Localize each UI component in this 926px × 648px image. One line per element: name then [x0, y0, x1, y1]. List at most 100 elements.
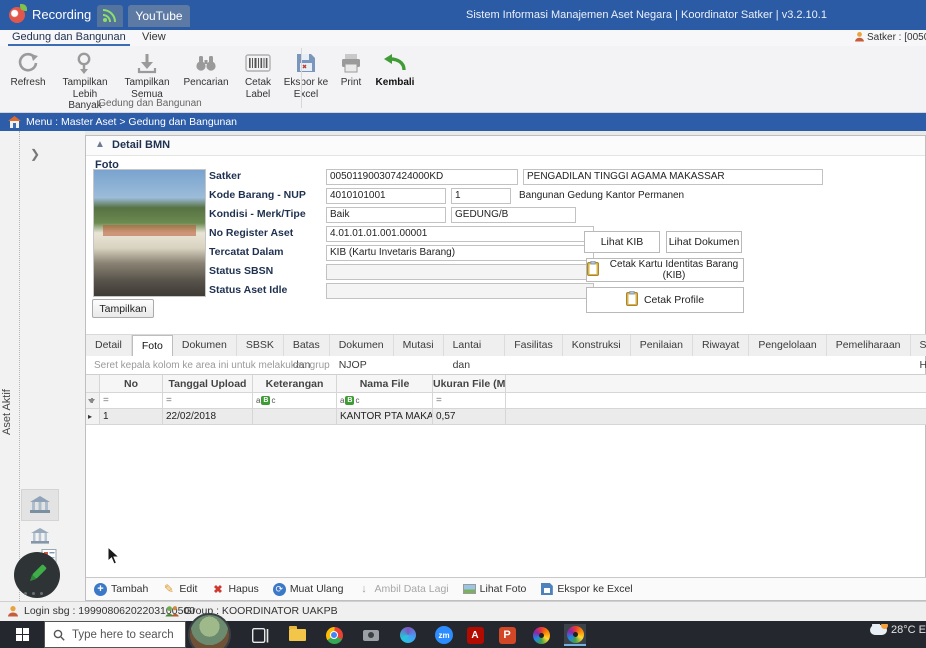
- acrobat-button[interactable]: A: [464, 624, 486, 646]
- camera-button[interactable]: [360, 624, 382, 646]
- tab-lantai-ruangan[interactable]: Lantai dan Ruangan: [443, 335, 506, 391]
- grid-indicator-header: [86, 374, 100, 393]
- col-tanggal-upload[interactable]: Tanggal Upload: [163, 374, 253, 393]
- filter-keterangan[interactable]: aBc: [253, 393, 337, 409]
- rss-tab[interactable]: [97, 5, 123, 27]
- rail-panel-label[interactable]: Aset Aktif: [1, 343, 13, 435]
- photos-icon: [400, 627, 416, 643]
- acrobat-icon: A: [466, 626, 484, 644]
- tab-batas-gps[interactable]: Batas dan GPS: [283, 335, 330, 391]
- hapus-button[interactable]: ✖ Hapus: [211, 583, 258, 596]
- ribbon-tab-view[interactable]: View: [138, 30, 170, 46]
- ekspor-ke-excel-grid-button[interactable]: Ekspor ke Excel: [540, 583, 633, 596]
- table-row[interactable]: ▸ 1 22/02/2018 KANTOR PTA MAKASSAR..jpg …: [86, 409, 926, 425]
- detail-panel: ▲ Detail BMN Foto Tampilkan Satker 00501…: [85, 135, 926, 601]
- ribbon-separator: [301, 48, 302, 108]
- col-keterangan[interactable]: Keterangan: [253, 374, 337, 393]
- col-ukuran-file[interactable]: Ukuran File (Mb): [433, 374, 506, 393]
- tab-konstruksi[interactable]: Konstruksi: [562, 335, 631, 356]
- tab-dokumen[interactable]: Dokumen: [172, 335, 237, 356]
- start-button[interactable]: [0, 621, 44, 648]
- weather-widget[interactable]: 28°C E: [870, 624, 926, 636]
- satker-code-field[interactable]: 005011900307424000KD: [326, 169, 518, 185]
- nup-field[interactable]: 1: [451, 188, 511, 204]
- recorder-fab[interactable]: [14, 552, 60, 598]
- tampilkan-button[interactable]: Tampilkan: [92, 299, 154, 318]
- cell-nama-file: KANTOR PTA MAKASSAR..jpg: [337, 409, 433, 425]
- cetak-profile-button[interactable]: Cetak Profile: [586, 287, 744, 313]
- zoom-app-button[interactable]: zm: [433, 624, 455, 646]
- status-sbsn-field[interactable]: [326, 264, 594, 280]
- cetak-profile-label: Cetak Profile: [643, 294, 705, 306]
- expander-icon: ▸: [88, 412, 93, 421]
- muat-ulang-button[interactable]: ⟳ Muat Ulang: [272, 582, 344, 596]
- tab-riwayat[interactable]: Riwayat: [692, 335, 750, 356]
- app-title: Sistem Informasi Manajemen Aset Negara |…: [466, 9, 827, 21]
- tab-fasilitas[interactable]: Fasilitas: [505, 335, 563, 356]
- ribbon-tab-gedung[interactable]: Gedung dan Bangunan: [8, 30, 130, 46]
- taskbar: Type here to search zm A P 28°C E: [0, 613, 926, 648]
- folder-icon: [288, 626, 306, 641]
- cell-ukuran: 0,57: [433, 409, 506, 425]
- filter-no[interactable]: =: [100, 393, 163, 409]
- tab-mutasi[interactable]: Mutasi: [393, 335, 444, 356]
- siman-app-button[interactable]: [530, 624, 552, 646]
- rail-asset-icon-active[interactable]: [21, 489, 59, 521]
- edit-button[interactable]: ✎ Edit: [162, 582, 198, 596]
- ekspor-ke-excel-button[interactable]: Ekspor ke Excel: [280, 48, 332, 101]
- ambil-data-lagi-button[interactable]: ↓ Ambil Data Lagi: [358, 583, 448, 596]
- tab-status-hukum[interactable]: Status Hukum: [910, 335, 926, 371]
- lihat-dokumen-button[interactable]: Lihat Dokumen: [666, 231, 742, 253]
- filter-nama-file[interactable]: aBc: [337, 393, 433, 409]
- siman-app-button-active[interactable]: [564, 624, 586, 646]
- tab-sbsk[interactable]: SBSK: [236, 335, 284, 356]
- magnifier-more-icon: [55, 49, 115, 77]
- statusbar: Login sbg : 19990806202203100500 Group :…: [0, 601, 926, 621]
- filter-funnel-icon: [88, 399, 95, 403]
- task-view-button[interactable]: [250, 624, 272, 646]
- taskbar-search[interactable]: Type here to search: [44, 621, 186, 648]
- tab-pemeliharaan[interactable]: Pemeliharaan: [826, 335, 911, 356]
- col-no[interactable]: No: [100, 374, 163, 393]
- lihat-kib-button[interactable]: Lihat KIB: [584, 231, 660, 253]
- photos-button[interactable]: [397, 624, 419, 646]
- detail-panel-header[interactable]: ▲ Detail BMN: [86, 136, 925, 156]
- detail-tabstrip: Detail Foto Dokumen SBSK Batas dan GPS D…: [86, 334, 926, 391]
- filter-ukuran[interactable]: =: [433, 393, 506, 409]
- status-idle-field[interactable]: [326, 283, 594, 299]
- youtube-tab[interactable]: YouTube: [128, 5, 190, 27]
- pencarian-button[interactable]: Pencarian: [176, 48, 236, 90]
- tambah-button[interactable]: + Tambah: [94, 582, 148, 596]
- rail-expand-chevron-icon[interactable]: ❯: [30, 147, 40, 161]
- row-expander-cell[interactable]: ▸: [86, 409, 100, 425]
- filter-tanggal[interactable]: =: [163, 393, 253, 409]
- tab-dokumen-njop[interactable]: Dokumen NJOP: [329, 335, 394, 371]
- lihat-foto-button[interactable]: Lihat Foto: [462, 583, 526, 596]
- merk-tipe-field[interactable]: GEDUNG/B: [451, 207, 576, 223]
- tab-pengelolaan[interactable]: Pengelolaan: [749, 335, 827, 356]
- kode-barang-field[interactable]: 4010101001: [326, 188, 446, 204]
- filter-filler: [506, 393, 926, 409]
- powerpoint-button[interactable]: P: [496, 624, 518, 646]
- search-icon: [53, 629, 65, 641]
- kondisi-field[interactable]: Baik: [326, 207, 446, 223]
- tab-penilaian[interactable]: Penilaian: [630, 335, 693, 356]
- tab-detail[interactable]: Detail: [86, 335, 132, 356]
- cetak-kib-button[interactable]: Cetak Kartu Identitas Barang (KIB): [586, 258, 744, 282]
- cetak-label-button[interactable]: Cetak Label: [236, 48, 280, 101]
- file-explorer-button[interactable]: [286, 624, 308, 646]
- tab-foto[interactable]: Foto: [131, 335, 173, 356]
- col-nama-file[interactable]: Nama File: [337, 374, 433, 393]
- recorder-avatar[interactable]: [188, 613, 231, 648]
- refresh-button[interactable]: Refresh: [4, 48, 52, 90]
- export-excel-icon: [283, 49, 329, 77]
- chrome-button[interactable]: [323, 624, 345, 646]
- tercatat-field[interactable]: KIB (Kartu Invetaris Barang): [326, 245, 594, 261]
- recording-label: Recording: [32, 7, 92, 22]
- satker-name-field[interactable]: PENGADILAN TINGGI AGAMA MAKASSAR: [523, 169, 823, 185]
- no-register-field[interactable]: 4.01.01.01.001.00001: [326, 226, 594, 242]
- print-button[interactable]: Print: [332, 48, 370, 90]
- satker-label: Satker: [209, 170, 242, 182]
- tampilkan-semua-button[interactable]: Tampilkan Semua: [118, 48, 176, 101]
- kembali-button[interactable]: Kembali: [370, 48, 420, 90]
